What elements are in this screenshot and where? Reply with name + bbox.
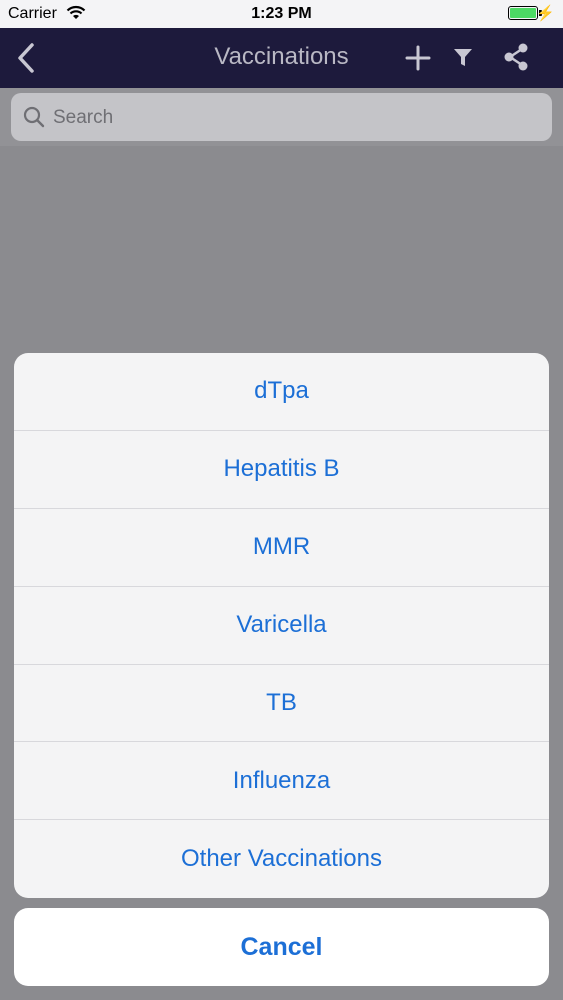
page-title: Vaccinations xyxy=(214,43,349,70)
search-icon xyxy=(23,106,45,128)
option-varicella[interactable]: Varicella xyxy=(14,587,549,665)
filter-icon[interactable] xyxy=(453,47,473,74)
search-bar xyxy=(0,88,563,146)
battery-icon xyxy=(508,6,538,20)
plus-icon[interactable] xyxy=(404,42,432,79)
cancel-button[interactable]: Cancel xyxy=(14,908,549,986)
navigation-bar: Vaccinations xyxy=(0,28,563,88)
option-tb[interactable]: TB xyxy=(14,665,549,743)
option-other-vaccinations[interactable]: Other Vaccinations xyxy=(14,820,549,898)
option-dtpa[interactable]: dTpa xyxy=(14,353,549,431)
option-mmr[interactable]: MMR xyxy=(14,509,549,587)
clock: 1:23 PM xyxy=(251,5,312,22)
status-bar: Carrier 1:23 PM ⚡ xyxy=(0,0,563,28)
option-influenza[interactable]: Influenza xyxy=(14,742,549,821)
charging-icon: ⚡ xyxy=(536,5,555,22)
search-input[interactable] xyxy=(51,93,535,143)
action-sheet: dTpa Hepatitis B MMR Varicella TB Influe… xyxy=(14,353,549,898)
option-hepatitis-b[interactable]: Hepatitis B xyxy=(14,431,549,509)
search-field[interactable] xyxy=(11,93,552,143)
share-icon[interactable] xyxy=(503,42,529,77)
